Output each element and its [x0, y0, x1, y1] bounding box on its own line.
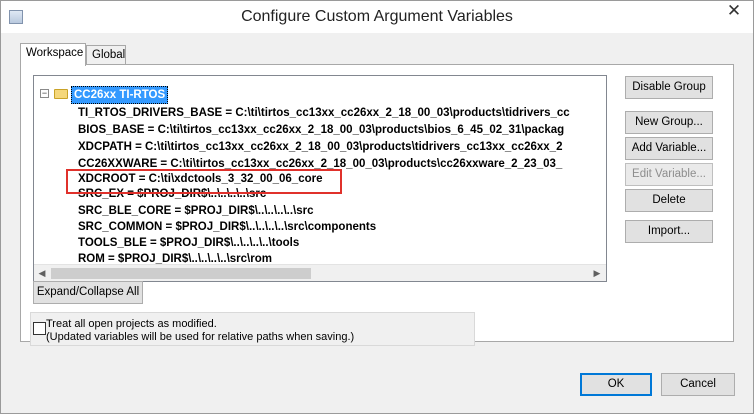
horizontal-scrollbar[interactable]: ◀ ▶ — [34, 264, 606, 281]
window-title: Configure Custom Argument Variables — [241, 8, 513, 25]
tree-item[interactable]: SRC_COMMON = $PROJ_DIR$\..\..\..\..\src\… — [78, 219, 376, 235]
tree-root-row[interactable]: − CC26xx TI-RTOS — [34, 86, 604, 104]
annotation-highlight-box — [66, 169, 342, 194]
expand-collapse-button[interactable]: Expand/Collapse All — [33, 281, 143, 304]
close-button[interactable]: ✕ — [715, 1, 753, 22]
workspace-panel: − CC26xx TI-RTOS TI_RTOS_DRIVERS_BASE = … — [20, 64, 734, 342]
title-bar: Configure Custom Argument Variables ✕ — [1, 1, 753, 33]
scroll-right-icon[interactable]: ▶ — [591, 267, 603, 279]
delete-button[interactable]: Delete — [625, 189, 713, 212]
add-variable-button[interactable]: Add Variable... — [625, 137, 713, 160]
folder-icon — [54, 89, 68, 99]
treat-all-note: (Updated variables will be used for rela… — [46, 331, 355, 343]
ok-button[interactable]: OK — [580, 373, 652, 396]
tab-global[interactable]: Global — [86, 45, 126, 65]
treat-all-checkbox[interactable] — [33, 322, 46, 335]
tree-item[interactable]: SRC_BLE_CORE = $PROJ_DIR$\..\..\..\..\sr… — [78, 203, 314, 219]
treat-all-option: Treat all open projects as modified. (Up… — [30, 312, 475, 346]
variables-tree[interactable]: − CC26xx TI-RTOS TI_RTOS_DRIVERS_BASE = … — [33, 75, 607, 282]
import-button[interactable]: Import... — [625, 220, 713, 243]
tree-item[interactable]: XDCPATH = C:\ti\tirtos_cc13xx_cc26xx_2_1… — [78, 139, 562, 155]
scroll-thumb[interactable] — [51, 268, 311, 279]
tree-item[interactable]: TOOLS_BLE = $PROJ_DIR$\..\..\..\..\tools — [78, 235, 299, 251]
edit-variable-button[interactable]: Edit Variable... — [625, 163, 713, 186]
scroll-left-icon[interactable]: ◀ — [36, 267, 48, 279]
dialog-window: Configure Custom Argument Variables ✕ Wo… — [0, 0, 754, 414]
disable-group-button[interactable]: Disable Group — [625, 76, 713, 99]
collapse-icon[interactable]: − — [40, 89, 49, 98]
tab-workspace[interactable]: Workspace — [20, 43, 86, 66]
treat-all-label[interactable]: Treat all open projects as modified. — [46, 318, 217, 331]
group-label[interactable]: CC26xx TI-RTOS — [71, 86, 169, 104]
new-group-button[interactable]: New Group... — [625, 111, 713, 134]
tree-item[interactable]: TI_RTOS_DRIVERS_BASE = C:\ti\tirtos_cc13… — [78, 105, 570, 121]
tree-item[interactable]: BIOS_BASE = C:\ti\tirtos_cc13xx_cc26xx_2… — [78, 122, 564, 138]
cancel-button[interactable]: Cancel — [661, 373, 735, 396]
